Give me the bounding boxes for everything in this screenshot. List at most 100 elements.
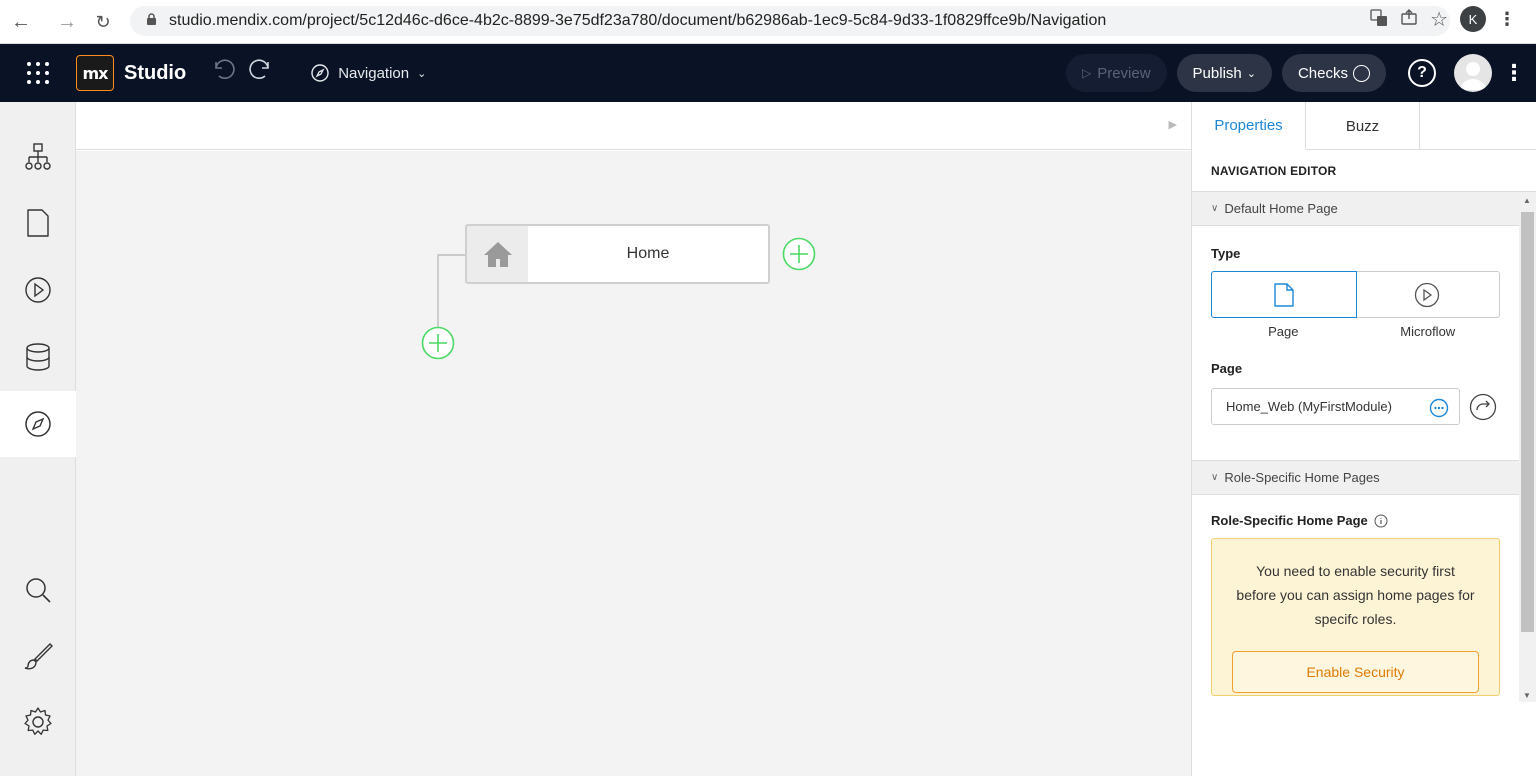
back-button[interactable]: ← xyxy=(8,9,34,35)
redo-icon[interactable] xyxy=(248,58,274,89)
paintbrush-icon xyxy=(24,643,53,670)
page-label: Page xyxy=(1211,361,1243,376)
document-name: Navigation xyxy=(338,64,410,82)
left-sidebar xyxy=(0,102,76,776)
mendix-logo: mx xyxy=(76,55,114,91)
panel-footer-space xyxy=(1192,702,1536,776)
browser-menu-icon[interactable]: ⋮ xyxy=(1498,9,1516,30)
document-selector[interactable]: Navigation ⌄ xyxy=(310,63,426,83)
home-icon xyxy=(483,242,512,267)
chevron-down-icon: ∨ xyxy=(1211,472,1219,483)
section-title: NAVIGATION EDITOR xyxy=(1192,150,1536,192)
home-icon-area xyxy=(467,226,528,282)
sidebar-item-domain-model[interactable] xyxy=(0,124,76,190)
search-icon xyxy=(26,578,51,603)
warning-text: You need to enable security first before… xyxy=(1236,563,1475,627)
url-text: studio.mendix.com/project/5c12d46c-d6ce-… xyxy=(169,12,1107,29)
sidebar-item-settings[interactable] xyxy=(0,689,76,755)
group-title: Role-Specific Home Pages xyxy=(1224,470,1380,485)
type-option-microflow-label: Microflow xyxy=(1400,324,1456,339)
app-title: Studio xyxy=(124,61,187,84)
status-circle-icon xyxy=(1353,64,1370,82)
preview-label: Preview xyxy=(1097,64,1151,82)
browser-toolbar: ← → ↻ studio.mendix.com/project/5c12d46c… xyxy=(0,0,1536,44)
chevron-down-icon: ⌄ xyxy=(1246,67,1256,80)
type-selector xyxy=(1211,271,1500,318)
lock-icon xyxy=(146,13,157,29)
add-sibling-icon[interactable] xyxy=(782,237,816,271)
more-options-icon[interactable] xyxy=(1429,398,1449,418)
sidebar-item-pages[interactable] xyxy=(0,190,76,256)
group-header-role-specific[interactable]: ∨ Role-Specific Home Pages xyxy=(1192,461,1536,495)
security-warning: You need to enable security first before… xyxy=(1211,538,1500,696)
user-avatar[interactable] xyxy=(1454,54,1492,92)
page-selector-input[interactable]: Home_Web (MyFirstModule) xyxy=(1211,388,1460,425)
page-icon xyxy=(1274,282,1294,307)
chevron-down-icon: ∨ xyxy=(1211,203,1219,214)
type-option-labels: Page Microflow xyxy=(1211,324,1500,339)
scroll-down-icon[interactable]: ▼ xyxy=(1523,691,1531,700)
chevron-down-icon: ⌄ xyxy=(417,67,427,80)
checks-label: Checks xyxy=(1297,64,1348,82)
sidebar-item-theme[interactable] xyxy=(0,623,76,689)
nav-item-label: Home xyxy=(626,245,670,262)
enable-security-button[interactable]: Enable Security xyxy=(1232,651,1479,693)
sidebar-item-microflows[interactable] xyxy=(0,257,76,323)
info-icon[interactable] xyxy=(1374,514,1388,528)
browser-actions: ☆ K ⋮ xyxy=(1370,6,1516,32)
publish-button[interactable]: Publish ⌄ xyxy=(1176,54,1272,92)
type-option-page[interactable] xyxy=(1211,271,1357,318)
undo-icon[interactable] xyxy=(210,58,236,89)
group-header-default-home[interactable]: ∨ Default Home Page xyxy=(1192,192,1536,226)
address-bar[interactable]: studio.mendix.com/project/5c12d46c-d6ce-… xyxy=(130,6,1450,36)
compass-icon xyxy=(25,411,51,437)
profile-avatar[interactable]: K xyxy=(1460,6,1486,32)
type-option-page-label: Page xyxy=(1268,324,1299,339)
group-title: Default Home Page xyxy=(1224,201,1338,216)
reload-button[interactable]: ↻ xyxy=(90,9,116,35)
role-specific-label-text: Role-Specific Home Page xyxy=(1211,513,1368,528)
tree-connector xyxy=(437,254,466,329)
sitemap-icon xyxy=(25,143,51,170)
sidebar-item-database[interactable] xyxy=(0,324,76,390)
bookmark-star-icon[interactable]: ☆ xyxy=(1430,7,1448,32)
studio-header: mx Studio Navigation ⌄ ▷ Preview Publish… xyxy=(0,44,1536,102)
share-icon[interactable] xyxy=(1400,8,1418,31)
publish-label: Publish xyxy=(1192,64,1242,82)
panel-tabs: Properties Buzz xyxy=(1192,102,1536,150)
compass-icon xyxy=(311,64,329,82)
type-option-microflow[interactable] xyxy=(1356,272,1500,317)
panel-scrollbar[interactable]: ▲ ▼ xyxy=(1519,194,1536,702)
more-menu-icon[interactable]: ⋮ xyxy=(1492,60,1536,86)
header-actions: ▷ Preview Publish ⌄ Checks ? ⋮ xyxy=(1065,44,1536,102)
go-to-page-icon[interactable] xyxy=(1469,393,1497,421)
forward-button[interactable]: → xyxy=(54,9,80,35)
database-icon xyxy=(26,343,50,371)
collapse-arrow-icon[interactable]: ▶ xyxy=(1169,118,1177,131)
microflow-play-icon xyxy=(25,277,51,303)
tab-buzz[interactable]: Buzz xyxy=(1306,102,1420,150)
type-label: Type xyxy=(1211,246,1241,261)
play-icon: ▷ xyxy=(1081,66,1092,80)
scroll-up-icon[interactable]: ▲ xyxy=(1523,196,1531,205)
page-value: Home_Web (MyFirstModule) xyxy=(1226,399,1392,414)
help-button[interactable]: ? xyxy=(1408,59,1436,87)
role-specific-label: Role-Specific Home Page xyxy=(1192,513,1536,528)
tab-properties[interactable]: Properties xyxy=(1192,102,1306,150)
sidebar-item-navigation[interactable] xyxy=(0,391,76,457)
sidebar-item-search[interactable] xyxy=(0,557,76,623)
translate-icon[interactable] xyxy=(1370,8,1388,30)
properties-panel: Properties Buzz NAVIGATION EDITOR ∨ Defa… xyxy=(1191,102,1536,776)
preview-button[interactable]: ▷ Preview xyxy=(1065,54,1167,92)
microflow-play-icon xyxy=(1415,282,1440,307)
nav-item-home[interactable]: Home xyxy=(465,224,770,284)
app-switcher-button[interactable] xyxy=(0,44,76,102)
checks-button[interactable]: Checks xyxy=(1281,54,1386,92)
grid-dots-icon xyxy=(27,62,49,84)
navigation-canvas: Home xyxy=(76,151,1191,776)
page-icon xyxy=(27,209,49,237)
scrollbar-thumb[interactable] xyxy=(1521,212,1534,632)
add-item-icon[interactable] xyxy=(421,326,455,360)
gear-icon xyxy=(24,707,52,735)
canvas-toolbar: ▶ xyxy=(76,102,1191,150)
